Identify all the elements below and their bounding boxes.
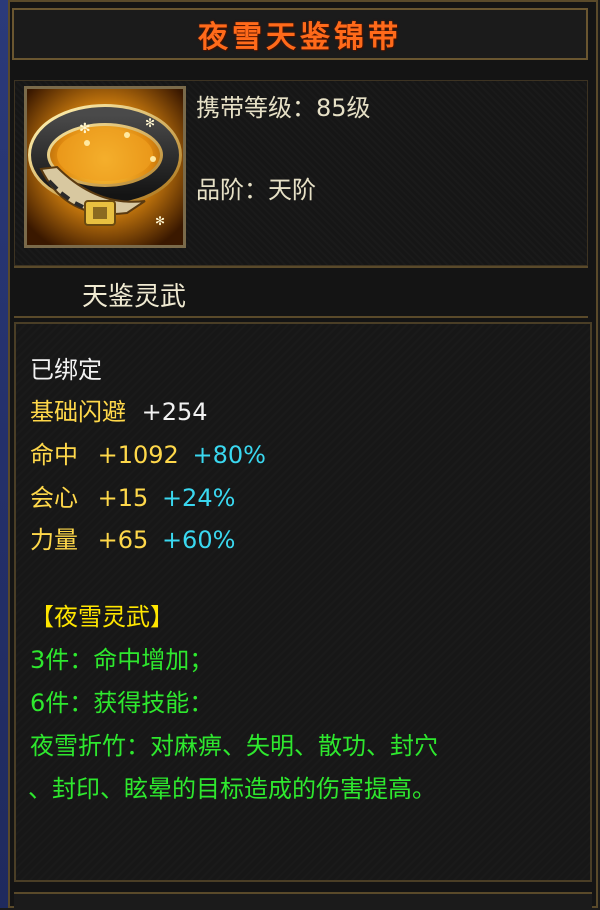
stat-bonus: +60%	[161, 526, 236, 554]
stat-name: 会心	[30, 484, 78, 512]
set-line: 6件：获得技能：	[30, 689, 214, 717]
carry-level-value: 85级	[316, 94, 371, 122]
stat-row: 会心 +15 +24%	[30, 478, 235, 513]
stat-bonus: +24%	[161, 484, 236, 512]
stat-bonus: +80%	[192, 441, 266, 469]
carry-level-label: 携带等级：	[196, 94, 316, 122]
svg-text:✻: ✻	[155, 214, 165, 228]
belt-icon: ✻ ✻ ✻	[27, 89, 183, 245]
item-title: 夜雪天鉴锦带	[198, 20, 402, 55]
title-bar: 夜雪天鉴锦带	[12, 8, 588, 60]
carry-level-row: 携带等级：85级	[196, 88, 371, 123]
svg-text:✻: ✻	[79, 121, 91, 137]
svg-text:✻: ✻	[145, 116, 155, 130]
bound-status: 已绑定	[30, 356, 102, 384]
set-line: 3件：命中增加；	[30, 646, 214, 674]
series-name: 天鉴灵武	[82, 282, 187, 312]
stat-value: +1092	[97, 441, 179, 469]
base-dodge-label: 基础闪避	[30, 398, 126, 426]
stat-row: 力量 +65 +60%	[30, 520, 235, 555]
stat-value: +65	[97, 526, 149, 554]
grade-label: 品阶：	[196, 176, 268, 204]
item-icon-frame[interactable]: ✻ ✻ ✻	[24, 86, 186, 248]
set-line: 夜雪折竹：对麻痹、失明、散功、封穴	[30, 732, 438, 760]
set-title: 【夜雪灵武】	[30, 603, 174, 631]
grade-row: 品阶：天阶	[196, 170, 316, 205]
base-dodge-row: 基础闪避 +254	[30, 392, 208, 427]
divider-mid	[14, 316, 588, 318]
bottom-strip	[14, 892, 592, 910]
divider-top	[14, 266, 588, 268]
stat-name: 力量	[30, 526, 78, 554]
stat-name: 命中	[30, 441, 78, 469]
stat-value: +15	[97, 484, 149, 512]
base-dodge-value: +254	[141, 398, 208, 426]
grade-value: 天阶	[268, 176, 316, 204]
set-line: 、封印、眩晕的目标造成的伤害提高。	[28, 775, 436, 803]
stat-row: 命中 +1092 +80%	[30, 435, 266, 470]
